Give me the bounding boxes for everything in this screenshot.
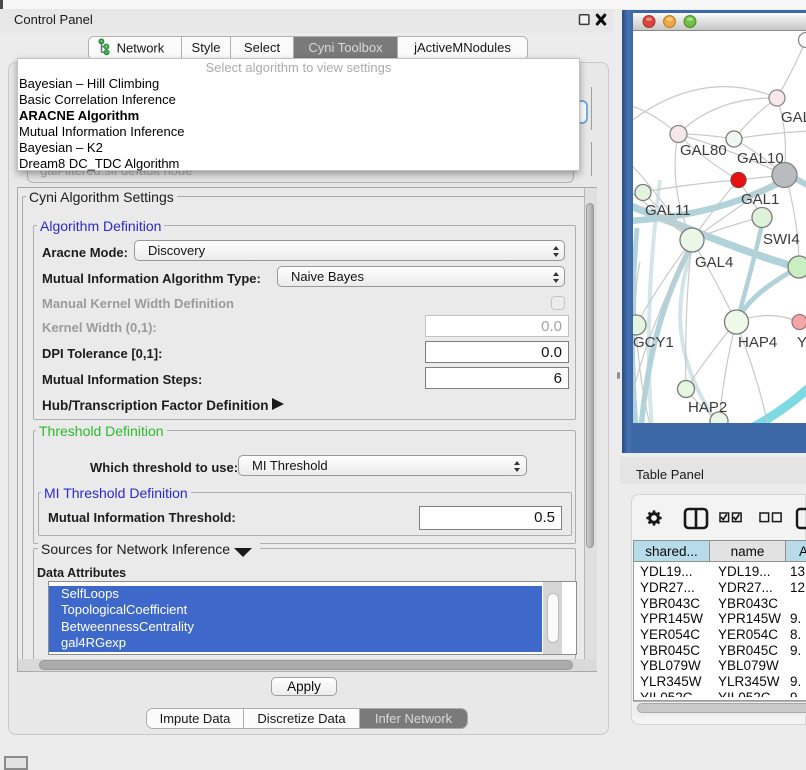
svg-text:GAL1: GAL1	[741, 191, 779, 208]
svg-text:HAP4: HAP4	[738, 334, 777, 351]
svg-text:GCY1: GCY1	[633, 334, 674, 351]
svg-text:GAL7: GAL7	[781, 109, 806, 126]
svg-text:GAL80: GAL80	[680, 142, 727, 159]
svg-text:Y: Y	[797, 334, 806, 351]
svg-text:SWI4: SWI4	[763, 231, 800, 248]
svg-text:GAL4: GAL4	[695, 254, 733, 271]
svg-text:HAP2: HAP2	[688, 399, 727, 416]
svg-text:GAL11: GAL11	[645, 202, 691, 219]
svg-text:GAL10: GAL10	[737, 150, 784, 167]
